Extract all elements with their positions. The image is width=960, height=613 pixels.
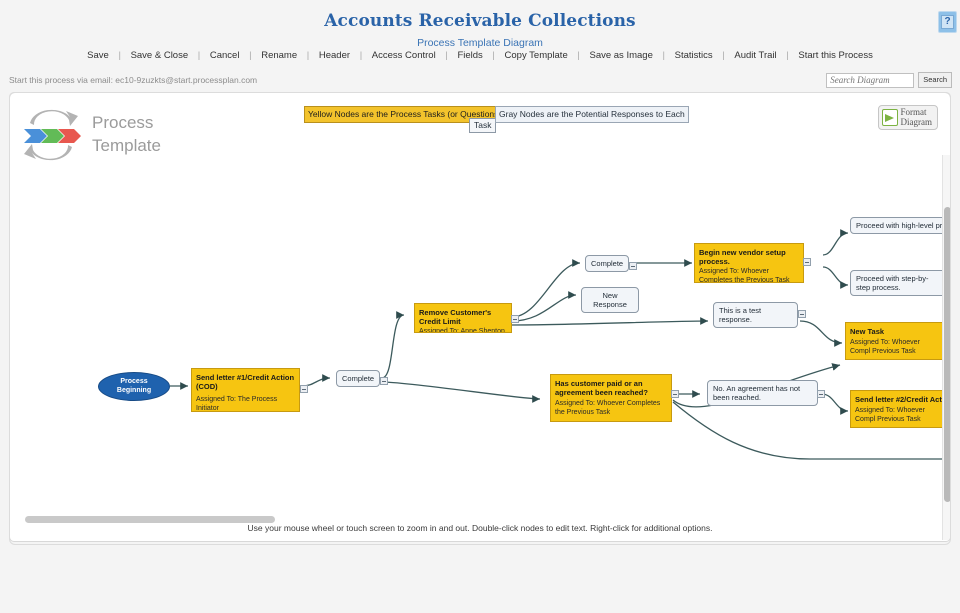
menu-item-start-this-process[interactable]: Start this Process — [797, 50, 873, 61]
collapse-handle-test-response[interactable] — [798, 310, 806, 318]
node-task-send-letter-2[interactable]: Send letter #2/Credit Action Assigned To… — [850, 390, 946, 428]
diagram-canvas[interactable]: Process Template Yellow Nodes are the Pr… — [10, 93, 950, 541]
collapse-handle-complete-2[interactable] — [629, 262, 637, 270]
menu-item-save-and-close[interactable]: Save & Close — [130, 50, 190, 61]
menu-separator: | — [197, 50, 201, 61]
task-title: Has customer paid or an agreement been r… — [555, 379, 648, 397]
collapse-handle-customer-paid[interactable] — [671, 390, 679, 398]
sub-toolbar: Start this process via email: ec10-9zuzk… — [0, 72, 960, 92]
logo-line-2: Template — [92, 136, 161, 155]
menu-item-header[interactable]: Header — [318, 50, 351, 61]
page-subtitle: Process Template Diagram — [417, 37, 543, 49]
task-title: Begin new vendor setup process. — [699, 248, 786, 266]
collapse-handle-complete-1[interactable] — [380, 377, 388, 385]
search-diagram-group: Search — [826, 72, 952, 88]
question-mark-icon: ? — [941, 15, 954, 29]
legend-gray-note[interactable]: Gray Nodes are the Potential Responses t… — [495, 106, 689, 123]
menu-item-statistics[interactable]: Statistics — [674, 50, 714, 61]
format-diagram-label: Format Diagram — [900, 107, 933, 127]
collapse-handle-no-agreement[interactable] — [817, 390, 825, 398]
main-menu-bar: Save | Save & Close | Cancel | Rename | … — [0, 50, 960, 66]
page-header: Accounts Receivable Collections Process … — [0, 0, 960, 49]
node-response-complete-2[interactable]: Complete — [585, 255, 629, 272]
node-response-test[interactable]: This is a test response. — [713, 302, 798, 328]
task-assignee: Assigned To: Whoever Compl Previous Task — [855, 407, 925, 423]
menu-item-copy-template[interactable]: Copy Template — [504, 50, 569, 61]
page-title: Accounts Receivable Collections — [324, 11, 636, 31]
collapse-handle-letter1[interactable] — [300, 385, 308, 393]
menu-separator: | — [577, 50, 580, 61]
menu-separator: | — [662, 50, 665, 61]
node-response-step-by-step[interactable]: Proceed with step-by-step process. — [850, 270, 946, 296]
start-line-2: Beginning — [116, 386, 152, 394]
node-response-no-agreement[interactable]: No. An agreement has not been reached. — [707, 380, 818, 406]
node-process-beginning[interactable]: Process Beginning — [98, 372, 170, 401]
menu-separator: | — [786, 50, 789, 61]
menu-item-rename[interactable]: Rename — [260, 50, 298, 61]
logo-line-1: Process — [92, 113, 154, 132]
task-assignee: Assigned To: The Process Initiator — [196, 396, 278, 412]
task-assignee: Assigned To: Whoever Compl Previous Task — [850, 339, 920, 355]
task-title: Send letter #1/Credit Action (COD) — [196, 373, 295, 391]
search-diagram-input[interactable] — [826, 72, 915, 88]
task-title: Remove Customer's Credit Limit — [419, 308, 492, 326]
format-label-line-2: Diagram — [900, 116, 933, 127]
format-diagram-button[interactable]: Format Diagram — [877, 105, 938, 130]
menu-separator: | — [249, 50, 252, 61]
diagram-vertical-scrollbar[interactable] — [942, 155, 950, 540]
node-response-high-level[interactable]: Proceed with high-level pr — [850, 217, 946, 234]
menu-separator: | — [306, 50, 310, 61]
menu-item-cancel[interactable]: Cancel — [209, 50, 241, 61]
format-diagram-icon — [881, 109, 898, 126]
node-task-send-letter-1[interactable]: Send letter #1/Credit Action (COD) Assig… — [191, 368, 300, 412]
menu-separator: | — [445, 50, 448, 61]
menu-item-audit-trail[interactable]: Audit Trail — [733, 50, 777, 61]
menu-separator: | — [722, 50, 725, 61]
menu-item-save[interactable]: Save — [86, 50, 110, 61]
start-via-email-note: Start this process via email: ec10-9zuzk… — [9, 75, 258, 85]
collapse-handle-vendor-setup[interactable] — [803, 258, 811, 266]
menu-item-access-control[interactable]: Access Control — [371, 50, 437, 61]
node-task-remove-credit-limit[interactable]: Remove Customer's Credit Limit Assigned … — [414, 303, 512, 333]
node-response-complete-1[interactable]: Complete — [336, 370, 380, 387]
start-line-1: Process — [120, 378, 148, 385]
node-task-customer-paid[interactable]: Has customer paid or an agreement been r… — [550, 374, 672, 422]
diagram-panel[interactable]: Process Template Yellow Nodes are the Pr… — [9, 92, 951, 542]
diagram-hint-text: Use your mouse wheel or touch screen to … — [247, 523, 713, 533]
legend-task-node[interactable]: Task — [469, 118, 497, 133]
menu-separator: | — [359, 50, 363, 61]
diagram-vertical-scroll-thumb[interactable] — [944, 207, 950, 502]
logo-text: Process Template — [92, 111, 161, 157]
search-button[interactable]: Search — [918, 72, 952, 88]
node-response-new-response[interactable]: New Response — [581, 287, 639, 313]
task-assignee: Assigned To: Anne Shenton — [419, 328, 505, 333]
menu-separator: | — [118, 50, 121, 61]
diagram-horizontal-scroll-thumb[interactable] — [25, 516, 275, 523]
app-root: Accounts Receivable Collections Process … — [0, 0, 960, 613]
task-assignee: Assigned To: Whoever Completes the Previ… — [699, 268, 790, 283]
process-template-logo: Process Template — [20, 103, 250, 169]
help-button[interactable]: ? — [938, 11, 957, 33]
menu-item-save-as-image[interactable]: Save as Image — [588, 50, 653, 61]
menu-separator: | — [492, 50, 495, 61]
node-task-vendor-setup[interactable]: Begin new vendor setup process. Assigned… — [694, 243, 804, 283]
task-assignee: Assigned To: Whoever Completes the Previ… — [555, 400, 661, 416]
collapse-handle-remove-limit[interactable] — [511, 315, 519, 323]
task-title: Send letter #2/Credit Action — [855, 395, 946, 404]
task-title: New Task — [850, 327, 885, 336]
process-logo-icon — [20, 103, 82, 167]
menu-item-fields[interactable]: Fields — [456, 50, 483, 61]
node-task-new-task[interactable]: New Task Assigned To: Whoever Compl Prev… — [845, 322, 946, 360]
